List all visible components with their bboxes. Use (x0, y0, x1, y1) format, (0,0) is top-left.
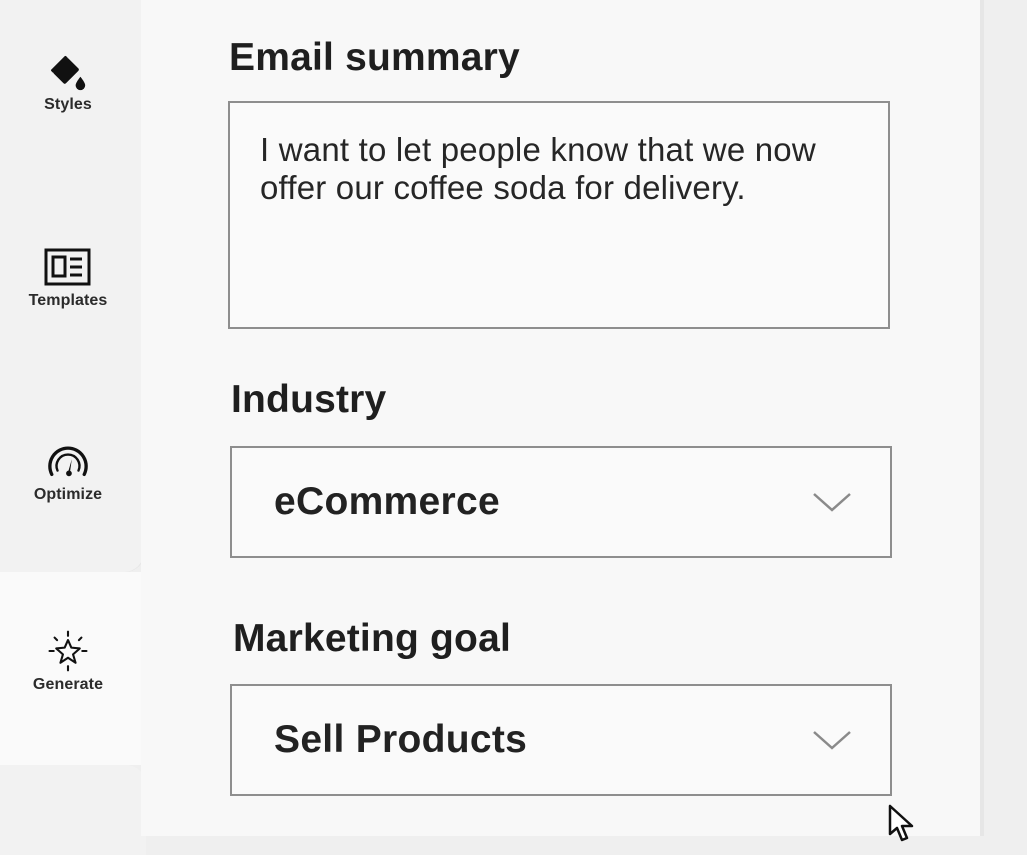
gauge-icon (48, 446, 88, 477)
sidebar-item-optimize[interactable]: Optimize (0, 440, 136, 504)
template-icon (44, 248, 91, 286)
email-summary-textarea[interactable]: I want to let people know that we now of… (228, 101, 890, 329)
panel-divider (980, 0, 984, 836)
sidebar-item-label: Styles (44, 96, 92, 113)
sidebar-item-label: Templates (28, 292, 108, 309)
paint-bucket-icon (50, 55, 86, 91)
marketing-goal-select[interactable]: Sell Products (230, 684, 892, 796)
sidebar-item-templates[interactable]: Templates (0, 246, 136, 310)
industry-selected-value: eCommerce (274, 480, 500, 523)
email-summary-label: Email summary (229, 36, 520, 79)
mouse-cursor-icon (888, 804, 914, 842)
marketing-goal-selected-value: Sell Products (274, 718, 528, 761)
sidebar-item-label: Generate (32, 676, 104, 693)
sidebar-item-label: Optimize (33, 486, 103, 503)
sidebar-lower-panel (0, 765, 146, 855)
industry-select[interactable]: eCommerce (230, 446, 892, 558)
chevron-down-icon (813, 493, 851, 512)
sidebar-item-generate[interactable]: Generate (0, 630, 136, 694)
marketing-goal-label: Marketing goal (233, 617, 512, 660)
sidebar-item-styles[interactable]: Styles (0, 50, 136, 114)
industry-label: Industry (231, 378, 387, 421)
chevron-down-icon (813, 731, 851, 750)
sparkle-star-icon (48, 630, 88, 672)
